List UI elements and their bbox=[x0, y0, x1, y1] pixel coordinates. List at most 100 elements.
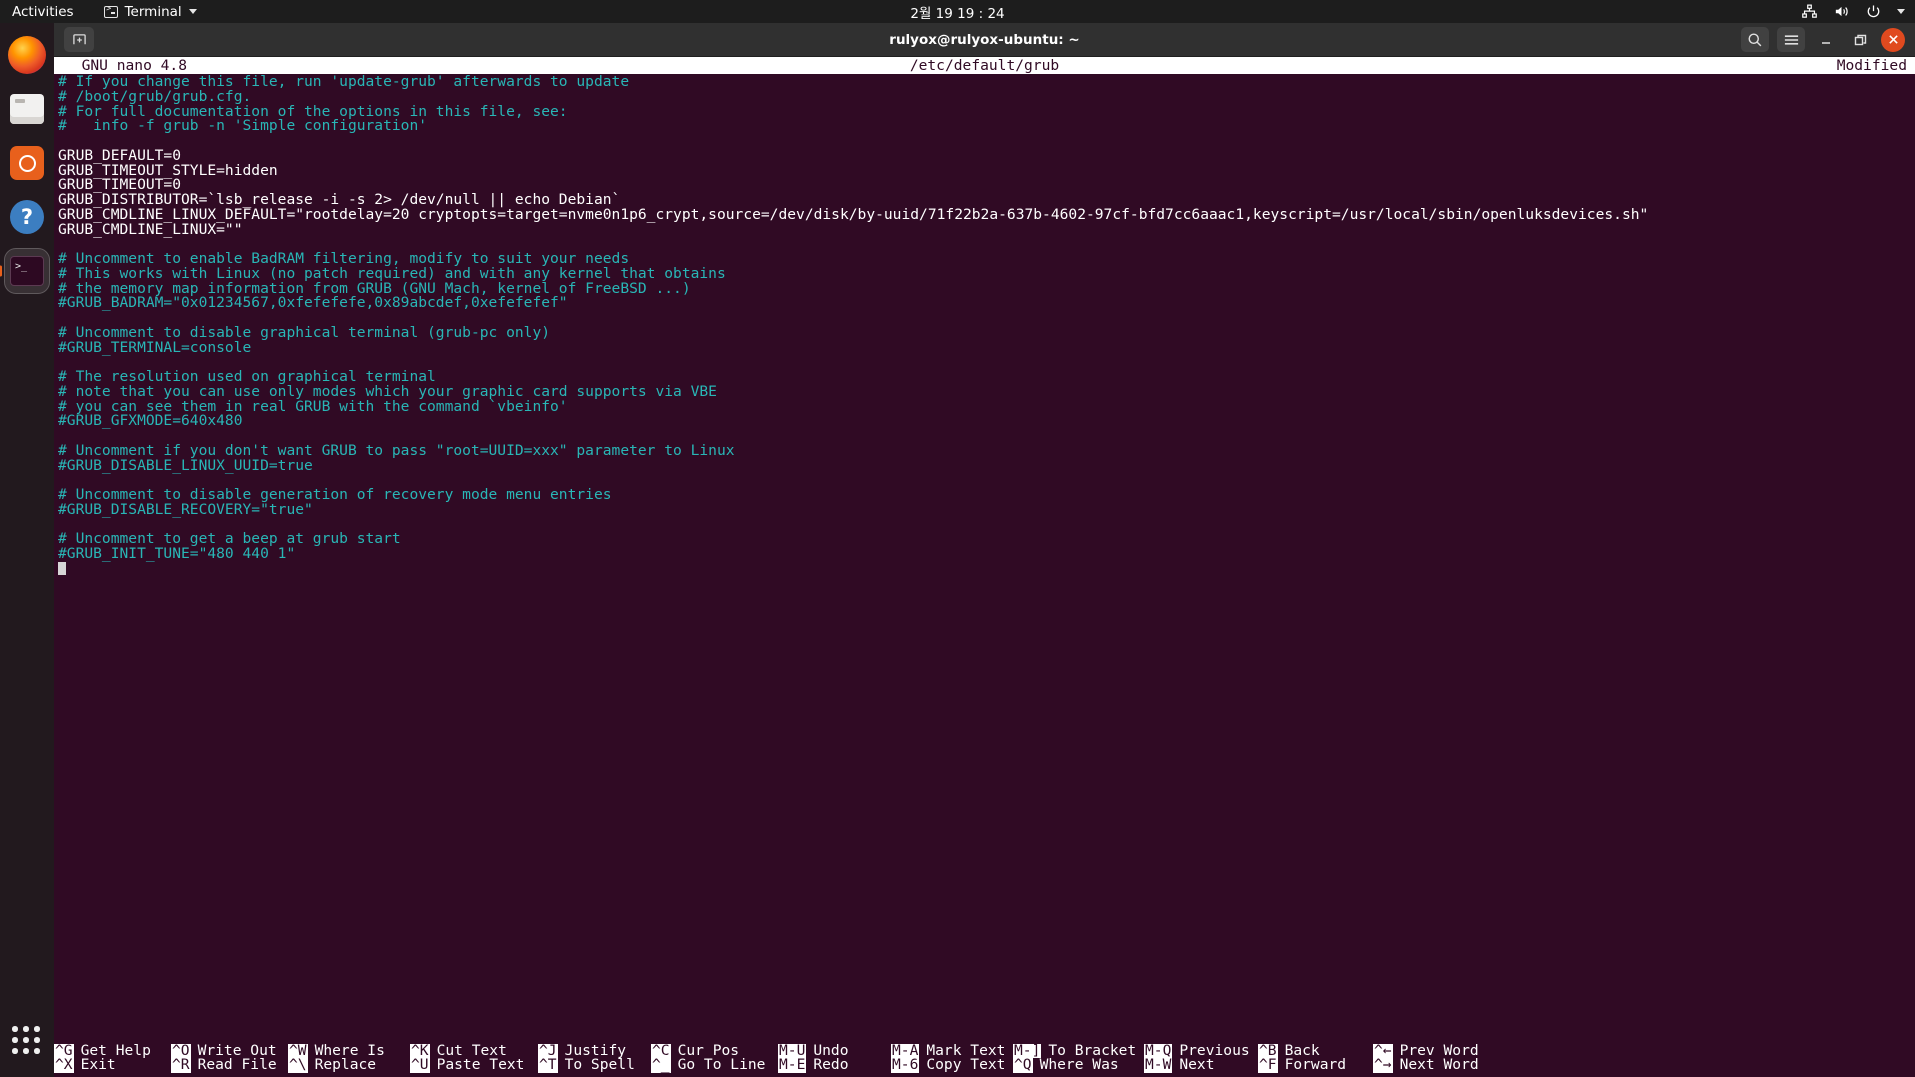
editor-line: GRUB_CMDLINE_LINUX_DEFAULT="rootdelay=20… bbox=[58, 205, 1649, 223]
chevron-down-icon bbox=[188, 9, 197, 14]
editor-line: GRUB_TIMEOUT_STYLE=hidden bbox=[58, 161, 278, 179]
maximize-icon bbox=[1854, 34, 1866, 45]
shortcut-label: Next Word bbox=[1399, 1056, 1479, 1074]
editor-line: # If you change this file, run 'update-g… bbox=[58, 74, 630, 90]
shortcut-item[interactable]: ^_ Go To Line bbox=[651, 1056, 778, 1074]
shortcut-label: Exit bbox=[80, 1056, 116, 1074]
shortcut-item[interactable]: ^R Read File bbox=[171, 1056, 288, 1074]
power-icon bbox=[1867, 5, 1880, 18]
shortcut-item[interactable]: ^F Forward bbox=[1258, 1056, 1373, 1074]
shortcut-key: ^F bbox=[1258, 1056, 1278, 1074]
activities-button[interactable]: Activities bbox=[12, 4, 74, 20]
shortcut-label: Redo bbox=[813, 1056, 849, 1074]
shortcut-label: To Spell bbox=[564, 1056, 635, 1074]
shortcut-label: Paste Text bbox=[436, 1056, 525, 1074]
nano-text-area[interactable]: # If you change this file, run 'update-g… bbox=[54, 74, 1915, 1044]
shortcut-label: Replace bbox=[314, 1056, 377, 1074]
search-icon bbox=[1748, 33, 1762, 46]
help-icon: ? bbox=[10, 200, 44, 234]
dock-item-firefox[interactable] bbox=[5, 33, 49, 77]
terminal-icon bbox=[103, 4, 118, 18]
minimize-icon bbox=[1822, 41, 1830, 44]
shortcut-key: M-E bbox=[778, 1056, 807, 1074]
shortcut-item[interactable]: ^Q Where Was bbox=[1013, 1056, 1144, 1074]
shortcut-row-2: ^X Exit ^R Read File ^\ Replace ^U Paste Text ^T… bbox=[54, 1056, 1915, 1074]
shortcut-key: ^Q bbox=[1013, 1056, 1033, 1074]
system-tray[interactable] bbox=[1801, 3, 1905, 20]
gnome-top-bar: Activities Terminal 2월 19 19 : 24 bbox=[0, 0, 1915, 23]
shortcut-key: ^U bbox=[410, 1056, 430, 1074]
editor-line: #GRUB_GFXMODE=640x480 bbox=[58, 412, 243, 430]
terminal-app-icon bbox=[10, 256, 44, 286]
firefox-icon bbox=[8, 36, 46, 74]
editor-line: # Uncomment to disable generation of rec… bbox=[58, 486, 612, 503]
shortcut-label: Go To Line bbox=[677, 1056, 766, 1074]
nano-shortcut-bar: ^G Get Help ^O Write Out ^W Where Is ^K Cut Tex… bbox=[54, 1043, 1915, 1077]
shortcut-key: M-W bbox=[1144, 1056, 1173, 1074]
terminal-window: rulyox@rulyox-ubuntu: ~ GNU nano 4.8 /et… bbox=[54, 23, 1915, 1077]
search-button[interactable] bbox=[1741, 27, 1769, 52]
app-menu-label: Terminal bbox=[124, 3, 182, 20]
editor-line: # info -f grub -n 'Simple configuration' bbox=[58, 117, 428, 135]
volume-icon bbox=[1835, 6, 1848, 17]
new-tab-button[interactable] bbox=[64, 27, 94, 52]
shortcut-item[interactable]: ^\ Replace bbox=[288, 1056, 410, 1074]
text-cursor bbox=[58, 561, 67, 575]
dock-item-software[interactable] bbox=[5, 141, 49, 185]
close-button[interactable] bbox=[1881, 27, 1905, 52]
network-icon bbox=[1802, 4, 1817, 18]
close-icon bbox=[1888, 35, 1898, 44]
editor-line: #GRUB_INIT_TUNE="480 440 1" bbox=[58, 545, 296, 562]
files-icon bbox=[10, 94, 44, 124]
app-menu-terminal[interactable]: Terminal bbox=[103, 3, 197, 20]
shortcut-key: ^R bbox=[171, 1056, 191, 1074]
maximize-button[interactable] bbox=[1847, 27, 1873, 52]
shortcut-item[interactable]: M-6 Copy Text bbox=[891, 1056, 1013, 1074]
nano-editor: GNU nano 4.8 /etc/default/grub Modified … bbox=[54, 57, 1915, 1077]
shortcut-label: Read File bbox=[197, 1056, 277, 1074]
editor-cursor-line bbox=[56, 561, 1915, 577]
shortcut-item[interactable]: M-W Next bbox=[1144, 1056, 1258, 1074]
window-titlebar: rulyox@rulyox-ubuntu: ~ bbox=[54, 23, 1915, 57]
shortcut-label: Where Was bbox=[1039, 1056, 1119, 1074]
dock-item-terminal[interactable] bbox=[4, 248, 50, 294]
menu-button[interactable] bbox=[1777, 27, 1805, 52]
dock-item-help[interactable]: ? bbox=[5, 195, 49, 239]
shortcut-item[interactable]: ^X Exit bbox=[54, 1056, 171, 1074]
hamburger-menu-icon bbox=[1784, 34, 1798, 45]
shortcut-label: Next bbox=[1179, 1056, 1215, 1074]
ubuntu-dock: ? bbox=[0, 23, 54, 1077]
shortcut-label: Copy Text bbox=[926, 1056, 1006, 1074]
shortcut-key: ^X bbox=[54, 1056, 74, 1074]
shortcut-key: M-6 bbox=[891, 1056, 920, 1074]
shortcut-key: ^T bbox=[538, 1056, 558, 1074]
editor-line: # Uncomment to get a beep at grub start bbox=[58, 530, 401, 548]
nano-filename: /etc/default/grub bbox=[909, 57, 1060, 74]
editor-line: #GRUB_TERMINAL=console bbox=[58, 338, 252, 356]
shortcut-key: ^→ bbox=[1373, 1056, 1393, 1074]
shortcut-label: Forward bbox=[1284, 1056, 1347, 1074]
shortcut-item[interactable]: ^U Paste Text bbox=[410, 1056, 538, 1074]
shortcut-item[interactable]: M-E Redo bbox=[778, 1056, 891, 1074]
editor-line: GRUB_DEFAULT=0 bbox=[58, 146, 182, 164]
shortcut-key: ^_ bbox=[651, 1056, 671, 1074]
editor-line: # you can see them in real GRUB with the… bbox=[58, 397, 568, 415]
editor-line: #GRUB_DISABLE_LINUX_UUID=true bbox=[58, 456, 313, 474]
window-title: rulyox@rulyox-ubuntu: ~ bbox=[889, 31, 1080, 48]
editor-line: #GRUB_BADRAM="0x01234567,0xfefefefe,0x89… bbox=[58, 294, 568, 312]
show-applications-button[interactable] bbox=[5, 1019, 49, 1063]
clock[interactable]: 2월 19 19 : 24 bbox=[838, 2, 1078, 22]
dock-item-files[interactable] bbox=[5, 87, 49, 131]
shortcut-item[interactable]: ^→ Next Word bbox=[1373, 1056, 1493, 1074]
editor-line: # Uncomment if you don't want GRUB to pa… bbox=[58, 441, 735, 459]
editor-line: GRUB_CMDLINE_LINUX="" bbox=[58, 220, 243, 238]
editor-line: # Uncomment to disable graphical termina… bbox=[58, 323, 551, 341]
software-icon bbox=[10, 146, 44, 180]
shortcut-key: ^\ bbox=[288, 1056, 308, 1074]
minimize-button[interactable] bbox=[1813, 27, 1839, 52]
nano-title-bar: GNU nano 4.8 /etc/default/grub Modified bbox=[54, 57, 1915, 74]
tray-chevron-down-icon[interactable] bbox=[1897, 9, 1905, 14]
editor-line: #GRUB_DISABLE_RECOVERY="true" bbox=[58, 500, 313, 518]
shortcut-item[interactable]: ^T To Spell bbox=[538, 1056, 651, 1074]
